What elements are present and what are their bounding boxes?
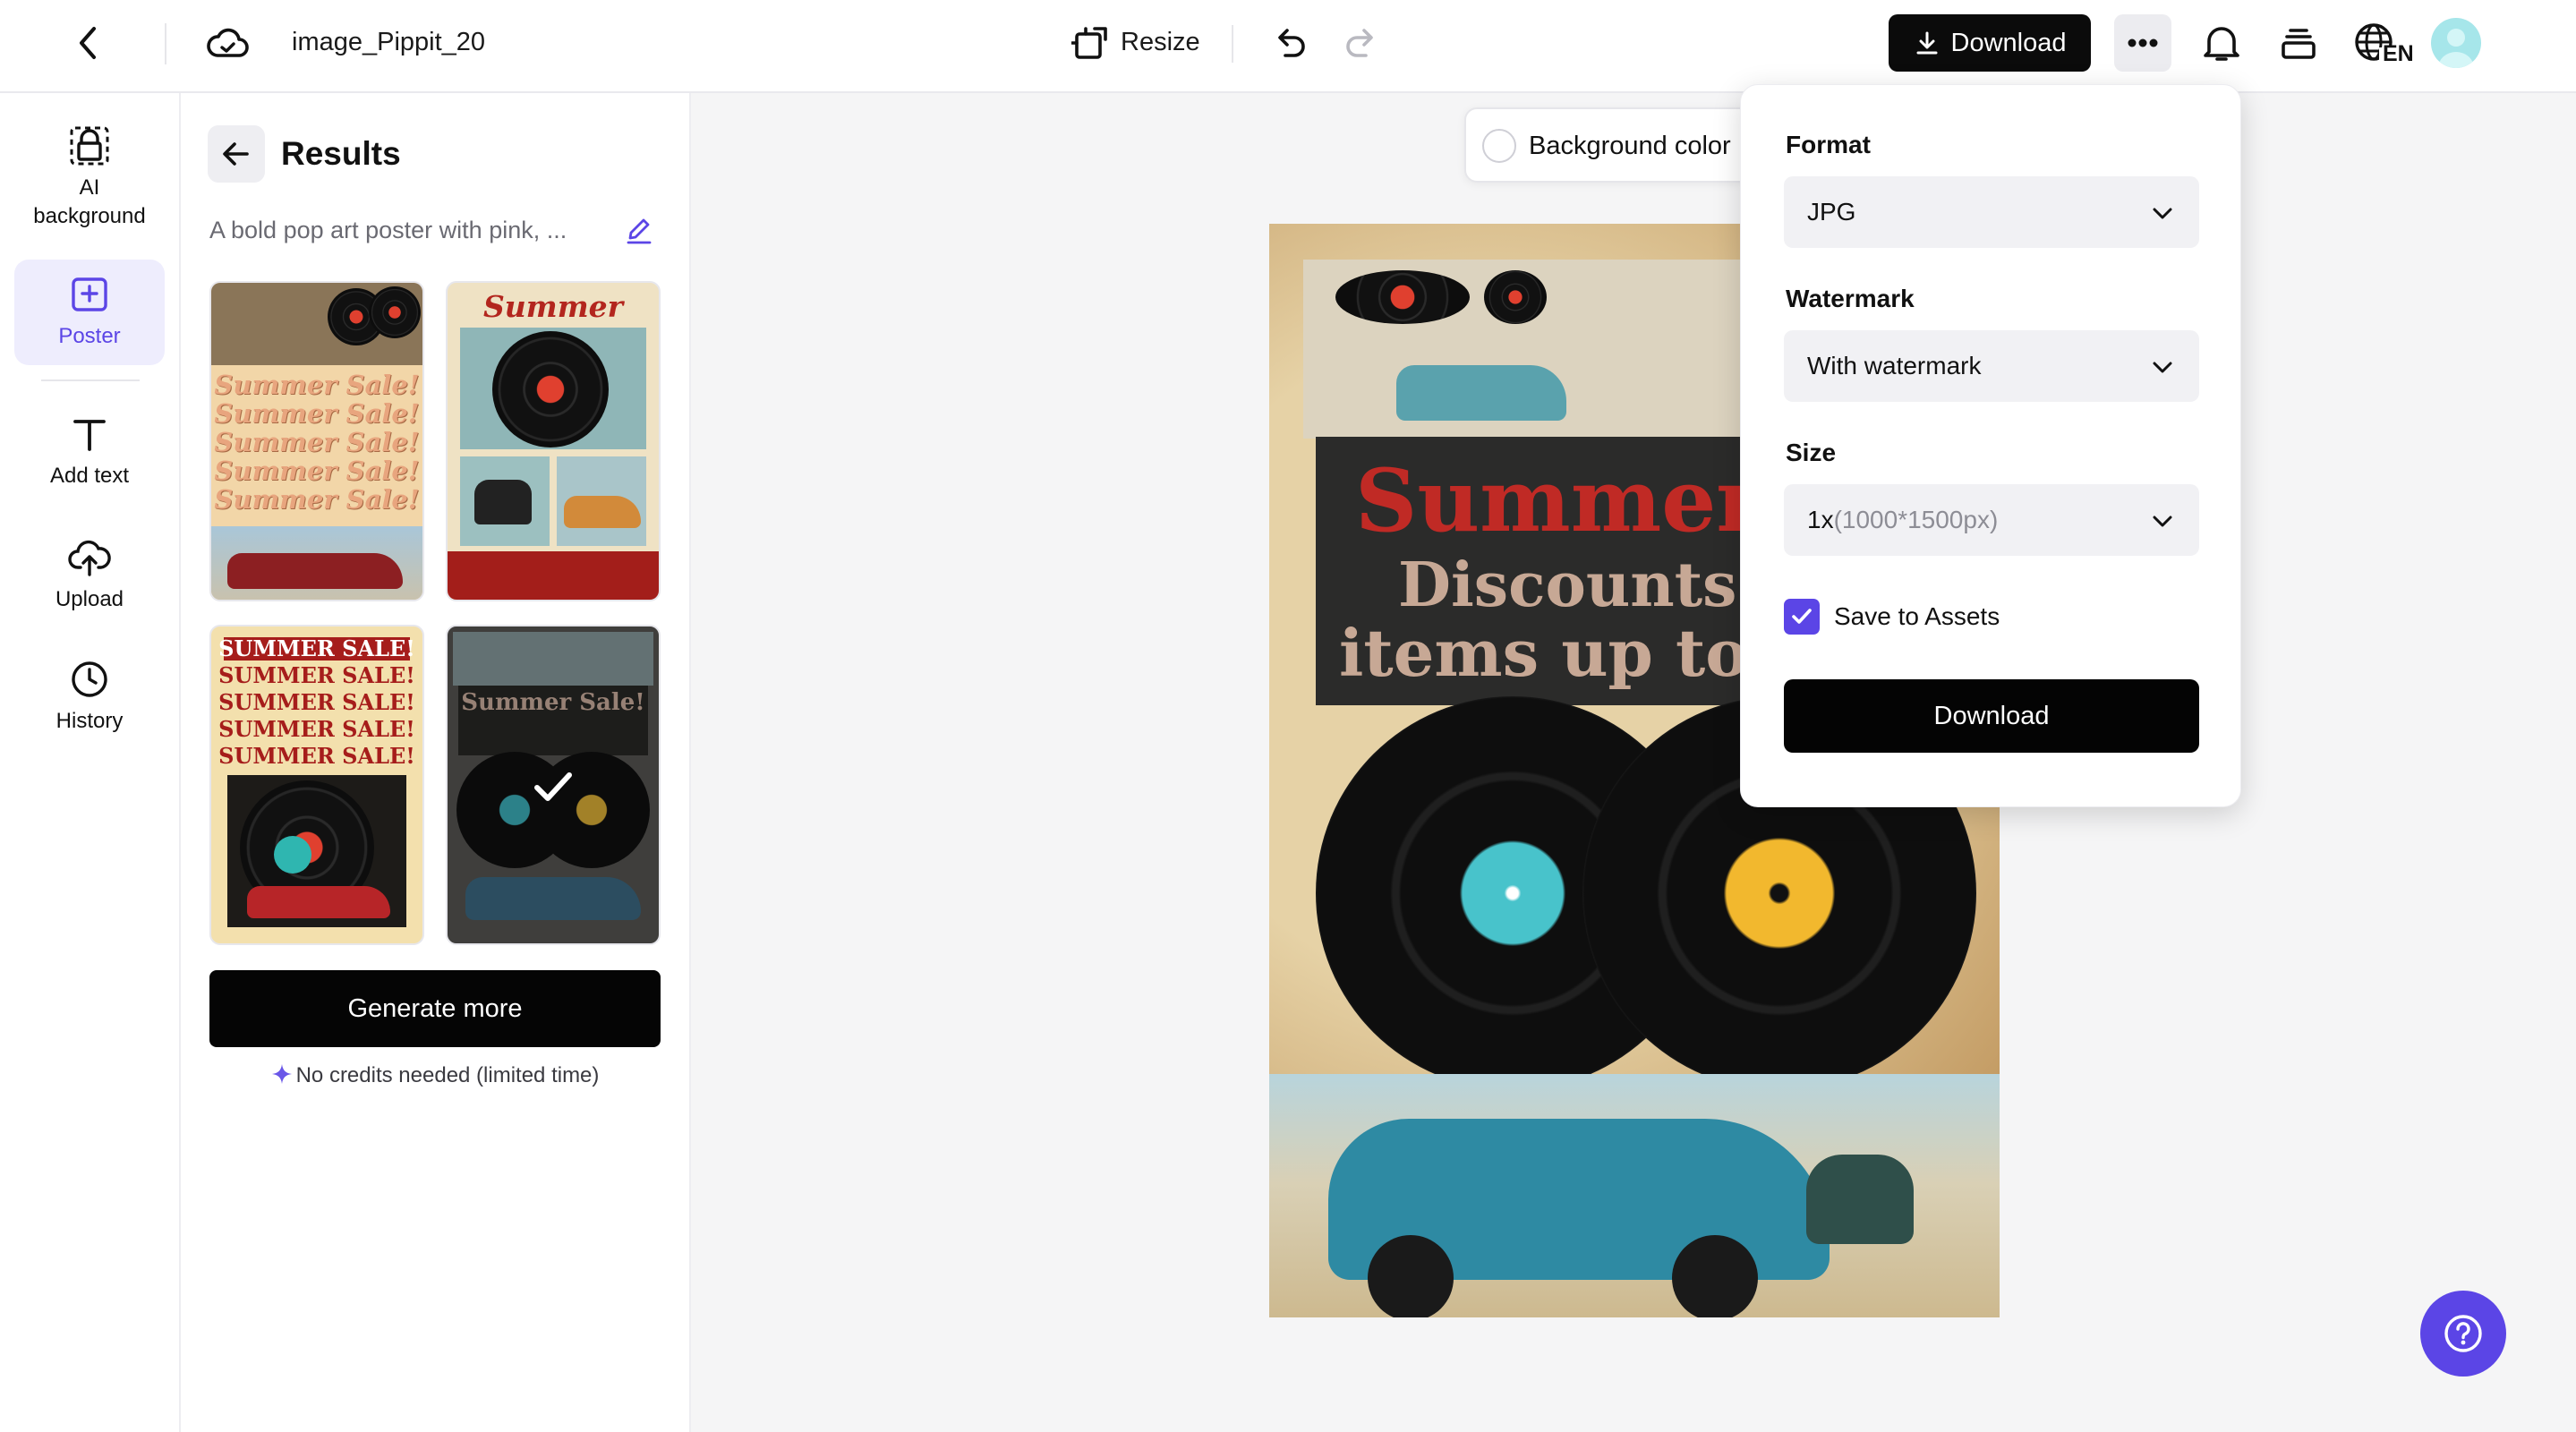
- rail-divider: [41, 379, 140, 381]
- more-options-button[interactable]: [2114, 14, 2171, 72]
- watermark-select[interactable]: With watermark: [1784, 330, 2199, 402]
- rail-item-label: Poster: [58, 323, 121, 348]
- stack-icon[interactable]: [2275, 20, 2322, 66]
- confirm-download-button[interactable]: Download: [1784, 679, 2199, 753]
- size-dimensions: (1000*1500px): [1833, 506, 1999, 533]
- credits-note: No credits needed (limited time): [209, 1061, 661, 1090]
- resize-icon[interactable]: [1070, 21, 1112, 64]
- rail-item-history[interactable]: History: [14, 648, 165, 746]
- color-swatch-icon: [1482, 129, 1516, 163]
- result-thumbnail-selected[interactable]: Summer Sale!: [446, 625, 661, 945]
- poster-subline: Discounts o: [1398, 550, 1799, 621]
- watermark-value: With watermark: [1807, 352, 1982, 379]
- size-value: 1x(1000*1500px): [1807, 505, 1998, 535]
- divider: [1232, 25, 1233, 63]
- more-dots-icon: [2128, 38, 2158, 47]
- credits-note-text: No credits needed (limited time): [295, 1063, 600, 1087]
- top-bar: image_Pippit_20 Resize Download EN: [0, 0, 2576, 93]
- thumbnail-title: SUMMER SALE!: [218, 689, 415, 715]
- result-thumbnail[interactable]: SUMMER SALE! SUMMER SALE! SUMMER SALE! S…: [209, 625, 424, 945]
- results-back-button[interactable]: [208, 125, 265, 183]
- thumbnail-title: Summer Sale!: [214, 427, 420, 457]
- size-select[interactable]: 1x(1000*1500px): [1784, 484, 2199, 556]
- format-select[interactable]: JPG: [1784, 176, 2199, 248]
- avatar-person-icon: [2438, 29, 2474, 68]
- thumbnail-title: SUMMER SALE!: [218, 662, 415, 688]
- download-settings-dropdown: Format JPG Watermark With watermark Size…: [1740, 84, 2241, 807]
- checkmark-icon: [1792, 609, 1812, 624]
- back-chevron-icon[interactable]: [66, 21, 109, 64]
- language-code: EN: [2383, 41, 2414, 66]
- format-value: JPG: [1807, 198, 1856, 226]
- arrow-left-icon: [223, 142, 249, 166]
- history-icon: [69, 659, 110, 700]
- rail-item-label: Upload: [55, 586, 124, 611]
- question-mark-icon: [2444, 1315, 2482, 1352]
- sparkle-icon: [271, 1063, 293, 1085]
- upload-icon: [67, 537, 112, 578]
- cloud-sync-icon[interactable]: [202, 21, 252, 64]
- thumbnail-title: SUMMER SALE!: [218, 716, 415, 742]
- ai-background-icon: [67, 124, 112, 168]
- chevron-down-icon: [2153, 516, 2172, 527]
- rail-item-label: History: [55, 708, 124, 733]
- prompt-text: A bold pop art poster with pink, ...: [209, 217, 567, 243]
- rail-item-label: AI background: [33, 175, 146, 228]
- thumbnail-title: SUMMER SALE!: [218, 635, 415, 661]
- download-icon: [1914, 30, 1941, 56]
- language-globe-icon[interactable]: EN: [2352, 18, 2414, 72]
- rail-item-add-text[interactable]: Add text: [14, 403, 165, 501]
- rail-item-label: Add text: [49, 463, 130, 488]
- thumbnail-title: Summer Sale!: [214, 370, 420, 400]
- thumbnail-title: Summer Sale!: [214, 398, 420, 429]
- watermark-label: Watermark: [1786, 285, 1915, 312]
- chevron-down-icon: [2153, 208, 2172, 219]
- undo-icon[interactable]: [1269, 21, 1312, 64]
- divider: [165, 23, 166, 64]
- redo-icon[interactable]: [1339, 21, 1382, 64]
- poster-icon: [69, 274, 110, 315]
- size-multiplier: 1x: [1807, 506, 1834, 533]
- result-thumbnail[interactable]: Summer Sale! Summer Sale! Summer Sale! S…: [209, 281, 424, 601]
- file-name[interactable]: image_Pippit_20: [292, 30, 485, 55]
- result-thumbnail[interactable]: Summer Sale!: [446, 281, 661, 601]
- size-label: Size: [1786, 439, 1837, 466]
- check-icon: [534, 772, 572, 801]
- format-label: Format: [1786, 131, 1871, 158]
- rail-item-poster[interactable]: Poster: [14, 260, 165, 365]
- text-icon: [69, 413, 110, 455]
- background-color-button[interactable]: Background color: [1464, 107, 1787, 183]
- save-to-assets-checkbox[interactable]: [1784, 599, 1820, 635]
- download-button-label: Download: [1950, 28, 2067, 57]
- generate-more-button[interactable]: Generate more: [209, 970, 661, 1047]
- results-title: Results: [281, 135, 401, 172]
- thumbnail-title: Summer Sale!: [214, 484, 420, 515]
- rail-item-ai-background[interactable]: AI background: [14, 116, 165, 238]
- resize-button[interactable]: Resize: [1121, 30, 1200, 55]
- bell-icon[interactable]: [2198, 20, 2245, 66]
- avatar[interactable]: [2431, 18, 2481, 68]
- background-color-label: Background color: [1529, 132, 1731, 160]
- rail-item-upload[interactable]: Upload: [14, 526, 165, 625]
- thumbnail-title: SUMMER SALE!: [218, 743, 415, 769]
- download-button[interactable]: Download: [1889, 14, 2091, 72]
- save-to-assets-label[interactable]: Save to Assets: [1834, 601, 2000, 633]
- thumbnail-title: Summer Sale!: [214, 456, 420, 486]
- chevron-down-icon: [2153, 362, 2172, 373]
- help-button[interactable]: [2420, 1291, 2506, 1377]
- edit-pencil-icon[interactable]: [623, 215, 655, 247]
